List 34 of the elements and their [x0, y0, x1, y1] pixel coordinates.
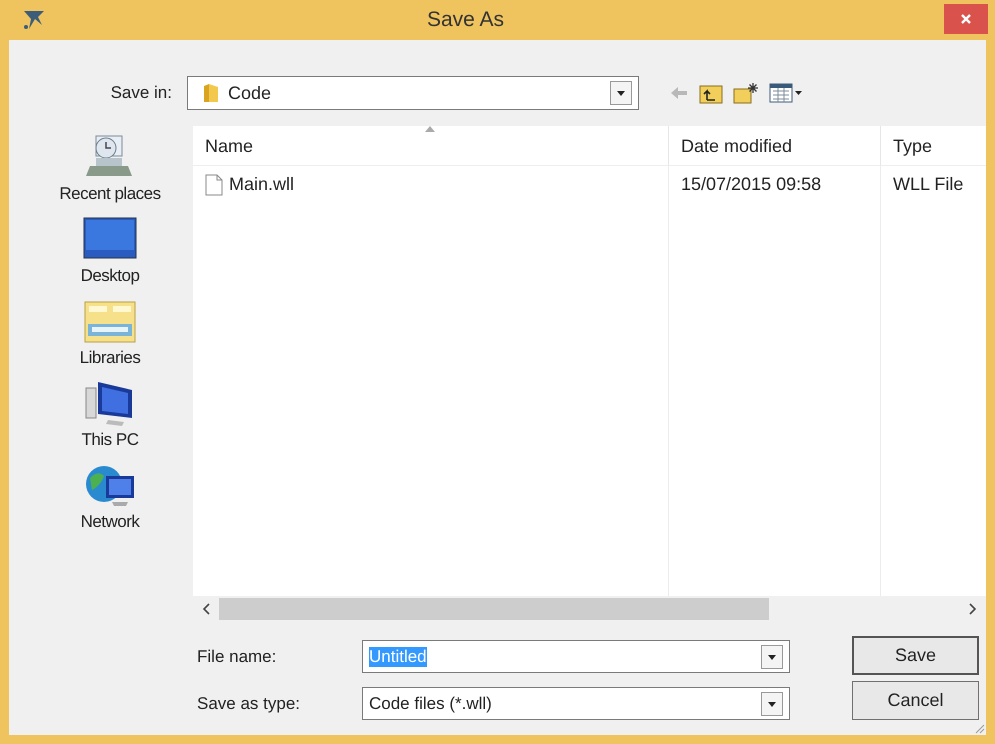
new-folder-icon[interactable]	[733, 82, 759, 104]
sidebar-item[interactable]: Network	[80, 460, 140, 532]
close-icon	[960, 13, 972, 25]
save-in-dropdown[interactable]: Code	[187, 76, 639, 110]
column-header[interactable]: Type	[880, 126, 986, 166]
sidebar-item[interactable]: Libraries	[80, 296, 140, 368]
save-in-label: Save in:	[110, 83, 172, 103]
file-name-label: File name:	[197, 646, 278, 666]
view-menu-icon[interactable]	[769, 82, 803, 104]
folder-icon	[202, 82, 220, 104]
scroll-right-icon[interactable]	[968, 602, 978, 616]
close-button[interactable]	[944, 4, 988, 34]
file-name-cell[interactable]: Main.wll	[193, 166, 668, 204]
save-button[interactable]: Save	[852, 636, 979, 675]
file-icon	[205, 174, 223, 196]
dropdown-button[interactable]	[761, 692, 783, 716]
dropdown-button[interactable]	[610, 81, 632, 105]
table-cell: 15/07/2015 09:58	[668, 166, 880, 204]
scrollbar-thumb[interactable]	[219, 598, 769, 620]
sidebar-item[interactable]: This PC	[82, 378, 138, 450]
table-cell: WLL File	[880, 166, 986, 204]
scroll-left-icon[interactable]	[201, 602, 211, 616]
dropdown-button[interactable]	[761, 644, 783, 668]
column-header[interactable]: Name	[193, 126, 668, 166]
resize-grip-icon[interactable]	[973, 722, 985, 734]
save-as-type-label: Save as type:	[197, 694, 302, 714]
sidebar-item[interactable]: Desktop	[80, 214, 140, 286]
column-header[interactable]: Date modified	[668, 126, 880, 166]
file-type-dropdown[interactable]: Code files (*.wll)	[362, 687, 790, 720]
window-title: Save As	[426, 8, 506, 32]
sort-arrow-icon	[425, 126, 435, 132]
sidebar-item[interactable]: Recent places	[59, 132, 161, 204]
folder-name: Code	[228, 82, 272, 104]
cancel-button[interactable]: Cancel	[852, 681, 979, 720]
